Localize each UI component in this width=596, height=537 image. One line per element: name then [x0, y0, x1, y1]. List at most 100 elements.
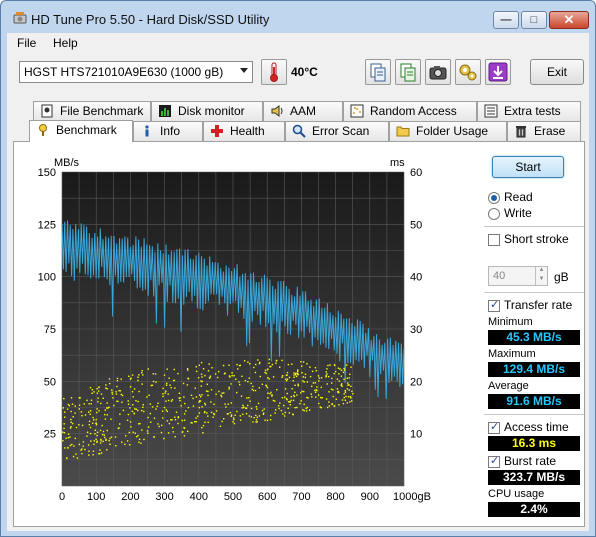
chart-point-access-time	[297, 383, 299, 385]
chart-point-access-time	[64, 411, 66, 413]
chart-point-access-time	[255, 406, 258, 408]
chart-point-access-time	[343, 369, 346, 371]
chart-point-access-time	[232, 421, 234, 423]
tab-health[interactable]: Health	[203, 121, 285, 141]
transfer-rate-checkbox[interactable]	[488, 298, 500, 312]
exit-button[interactable]: Exit	[530, 59, 584, 85]
chart-point-access-time	[284, 396, 286, 398]
burst-rate-checkbox[interactable]	[488, 454, 500, 468]
chart-point-access-time	[98, 390, 100, 392]
chart-point-access-time	[155, 408, 157, 410]
temperature-button[interactable]	[261, 59, 287, 85]
chart-point-access-time	[132, 396, 134, 398]
tab-extra-tests[interactable]: Extra tests	[477, 101, 581, 121]
chart-point-access-time	[67, 433, 70, 435]
tab-folder-usage[interactable]: Folder Usage	[389, 121, 507, 141]
chart-point-access-time	[158, 425, 160, 428]
chart-point-access-time	[129, 378, 132, 380]
title-bar[interactable]: HD Tune Pro 5.50 - Hard Disk/SSD Utility…	[1, 1, 595, 33]
chart-point-access-time	[90, 399, 93, 401]
chart-point-access-time	[336, 378, 339, 380]
chart-point-access-time	[197, 377, 200, 379]
tab-error-scan[interactable]: Error Scan	[285, 121, 389, 141]
screenshot-button[interactable]	[425, 59, 451, 85]
chart-point-access-time	[202, 368, 205, 370]
chart-point-access-time	[311, 396, 313, 398]
tab-benchmark[interactable]: Benchmark	[29, 120, 133, 142]
chart-point-access-time	[166, 368, 168, 370]
cpu-usage-label: CPU usage	[488, 488, 545, 500]
save-download-button[interactable]	[485, 59, 511, 85]
chart-point-access-time	[174, 419, 177, 421]
chart-point-access-time	[257, 402, 260, 405]
chart-point-access-time	[141, 372, 143, 374]
menu-help[interactable]: Help	[53, 36, 78, 50]
spin-down-icon[interactable]: ▼	[535, 276, 547, 285]
maximize-button[interactable]: □	[521, 11, 547, 29]
minimize-button[interactable]: —	[493, 11, 519, 29]
chart-point-access-time	[66, 408, 69, 410]
chart-point-access-time	[287, 407, 289, 409]
chart-point-access-time	[96, 408, 98, 410]
chart-point-access-time	[349, 373, 351, 375]
close-button[interactable]: ✕	[549, 11, 589, 29]
chart-point-access-time	[168, 377, 170, 379]
spin-up-icon[interactable]: ▲	[535, 267, 547, 276]
chart-point-access-time	[296, 372, 298, 374]
chart-point-access-time	[340, 384, 342, 386]
chart-point-access-time	[347, 382, 349, 384]
copy-text-button[interactable]	[395, 59, 421, 85]
chart-point-access-time	[99, 442, 102, 444]
short-stroke-checkbox[interactable]	[488, 234, 500, 246]
chart-point-access-time	[241, 375, 243, 377]
tab-folder-usage-label: Folder Usage	[416, 124, 489, 138]
tab-erase[interactable]: Erase	[507, 121, 581, 141]
tab-aam[interactable]: AAM	[263, 101, 343, 121]
chart-point-access-time	[281, 376, 283, 378]
read-radio[interactable]	[488, 192, 500, 204]
chart-point-access-time	[314, 367, 317, 369]
chart-point-access-time	[62, 431, 64, 433]
chart-point-access-time	[108, 378, 111, 380]
write-radio[interactable]	[488, 208, 500, 220]
drive-select[interactable]: HGST HTS721010A9E630 (1000 gB)	[19, 61, 253, 83]
chart-point-access-time	[327, 364, 329, 367]
chart-point-access-time	[223, 418, 225, 420]
access-time-checkbox[interactable]	[488, 420, 500, 434]
copy-info-button[interactable]	[365, 59, 391, 85]
chart-point-access-time	[241, 407, 243, 409]
chart-point-access-time	[95, 422, 97, 424]
extra-tests-icon	[484, 104, 498, 118]
chart-point-access-time	[147, 426, 150, 428]
chart-point-access-time	[162, 387, 164, 390]
chart-point-access-time	[232, 417, 235, 419]
tab-file-benchmark[interactable]: File Benchmark	[33, 101, 151, 121]
chart-point-access-time	[86, 399, 88, 402]
tab-info[interactable]: Info	[133, 121, 203, 141]
options-button[interactable]	[455, 59, 481, 85]
menu-file[interactable]: File	[17, 36, 36, 50]
tab-disk-monitor[interactable]: Disk monitor	[151, 101, 263, 121]
chart-x-tick: 0	[59, 491, 65, 503]
chart-point-access-time	[97, 401, 99, 403]
chart-point-access-time	[64, 416, 66, 418]
divider	[484, 414, 584, 415]
start-button[interactable]: Start	[492, 156, 564, 178]
short-stroke-input[interactable]: 40 ▲ ▼	[488, 266, 548, 286]
chart-point-access-time	[250, 416, 253, 418]
chart-point-access-time	[146, 430, 149, 432]
chart-point-access-time	[326, 368, 328, 370]
chart-y-tick-left: 150	[38, 167, 56, 179]
chart-point-access-time	[267, 368, 269, 371]
chart-point-access-time	[236, 363, 238, 366]
chart-point-access-time	[102, 397, 104, 399]
chart-point-access-time	[250, 407, 253, 410]
chart-x-tick: 1000gB	[393, 491, 431, 503]
save-download-icon	[488, 62, 508, 82]
tab-random-access[interactable]: Random Access	[343, 101, 477, 121]
burst-rate-label: Burst rate	[504, 454, 557, 468]
chart-point-access-time	[328, 405, 331, 407]
chart-point-access-time	[127, 400, 129, 402]
chart-point-access-time	[202, 432, 204, 434]
chart-point-access-time	[105, 384, 107, 386]
